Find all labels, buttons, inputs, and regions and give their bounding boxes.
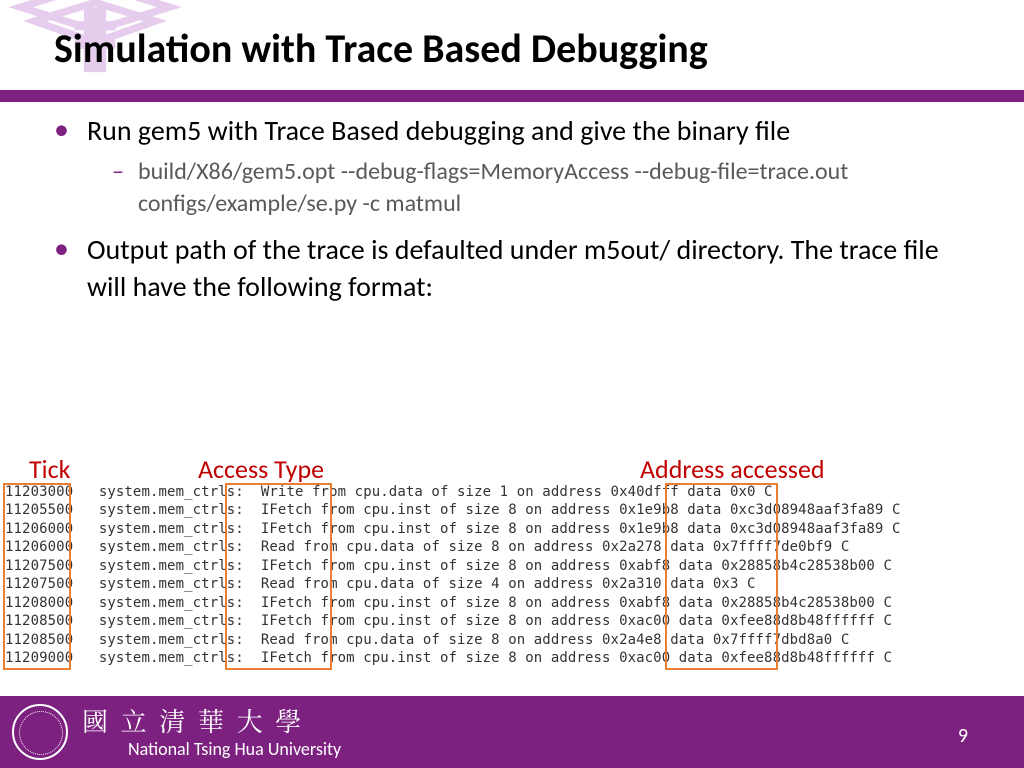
annotation-address: Address accessed: [640, 453, 825, 485]
bullet-dash-icon: –: [112, 156, 124, 221]
highlight-address-column: [665, 483, 778, 670]
university-seal-icon: [12, 704, 68, 760]
trace-output-block: 11203000 system.mem_ctrls: Write from cp…: [5, 483, 1021, 668]
bullet-text: Output path of the trace is defaulted un…: [87, 231, 974, 307]
highlight-access-type-column: [225, 483, 332, 670]
title-underline: [0, 90, 1024, 102]
slide-body: • Run gem5 with Trace Based debugging an…: [54, 112, 974, 312]
bullet-text: Run gem5 with Trace Based debugging and …: [87, 112, 790, 150]
university-name-chinese: 國 立 清 華 大 學: [82, 702, 304, 739]
bullet-item: • Run gem5 with Trace Based debugging an…: [54, 112, 974, 150]
bullet-dot-icon: •: [54, 231, 69, 307]
annotation-tick: Tick: [29, 453, 70, 485]
highlight-tick-column: [3, 483, 71, 670]
annotation-access-type: Access Type: [198, 453, 324, 485]
sub-bullet-text: build/X86/gem5.opt --debug-flags=MemoryA…: [138, 156, 974, 221]
bullet-item: • Output path of the trace is defaulted …: [54, 231, 974, 307]
page-number: 9: [958, 724, 968, 748]
slide-footer: 國 立 清 華 大 學 National Tsing Hua Universit…: [0, 696, 1024, 768]
bullet-dot-icon: •: [54, 112, 69, 150]
university-name-english: National Tsing Hua University: [128, 738, 341, 760]
sub-bullet-item: – build/X86/gem5.opt --debug-flags=Memor…: [112, 156, 974, 221]
slide-title: Simulation with Trace Based Debugging: [54, 24, 708, 73]
